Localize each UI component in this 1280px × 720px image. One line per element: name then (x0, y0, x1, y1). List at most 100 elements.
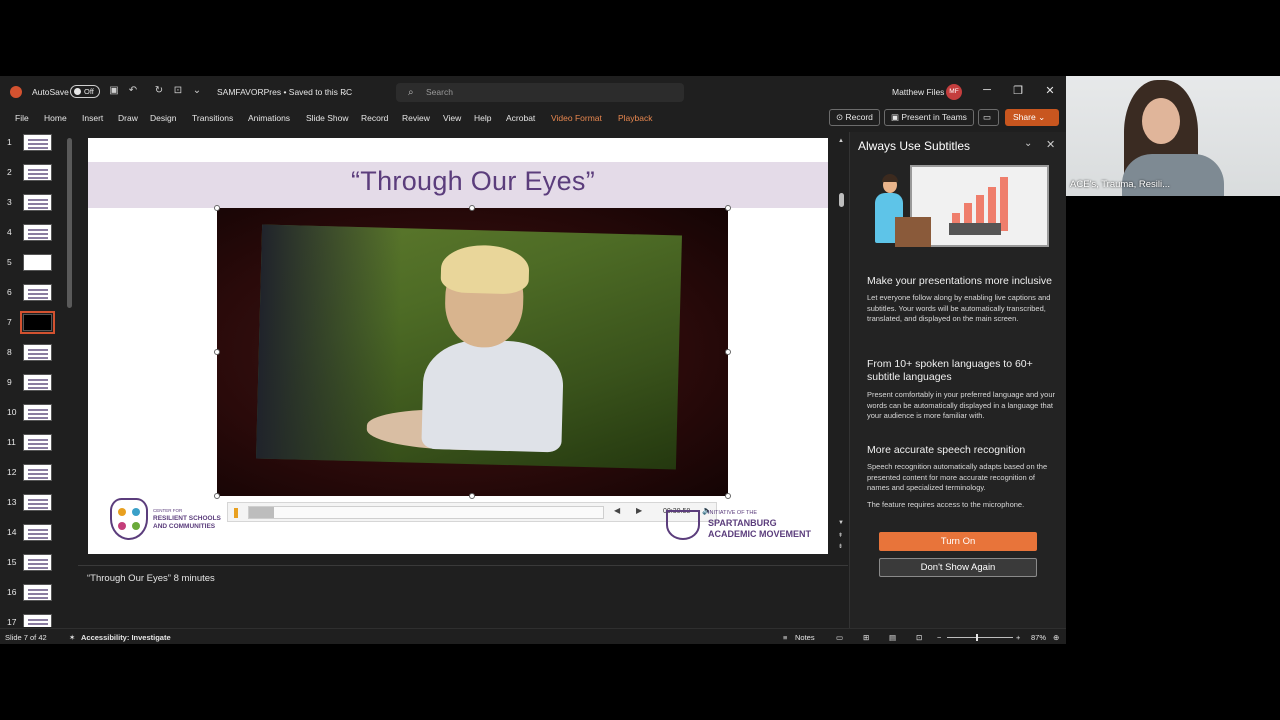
avatar[interactable]: MF (946, 84, 962, 100)
tab-animations[interactable]: Animations (248, 113, 290, 123)
accessibility-status[interactable]: Accessibility: Investigate (81, 633, 171, 642)
slide-thumbnail[interactable]: 13 (0, 492, 70, 522)
slide-thumbnail[interactable]: 7 (0, 311, 70, 342)
scroll-up-icon[interactable]: ▲ (838, 138, 844, 144)
tab-draw[interactable]: Draw (118, 113, 138, 123)
chevron-down-icon[interactable]: ⌄ (1024, 138, 1032, 149)
customize-qat-icon[interactable]: ⌄ (191, 85, 203, 97)
comments-button[interactable]: ▭ (978, 109, 999, 126)
tab-help[interactable]: Help (474, 113, 491, 123)
redo-icon[interactable]: ↻ (153, 85, 165, 97)
tab-transitions[interactable]: Transitions (192, 113, 233, 123)
scrollbar-thumb[interactable] (67, 138, 72, 308)
turn-on-button[interactable]: Turn On (879, 532, 1037, 551)
slide-thumbnail-image[interactable] (20, 311, 55, 334)
slide-thumbnail-image[interactable] (23, 134, 52, 151)
tab-view[interactable]: View (443, 113, 461, 123)
resize-handle[interactable] (469, 205, 475, 211)
slide-thumbnail[interactable]: 14 (0, 522, 70, 552)
scroll-down-icon[interactable]: ▼ (838, 520, 844, 526)
slide-scrollbar[interactable]: ▲ ▼ ⇞ ⇟ (838, 138, 845, 554)
resize-handle[interactable] (214, 205, 220, 211)
slide-thumbnail[interactable]: 8 (0, 342, 70, 372)
close-icon[interactable]: ✕ (1043, 84, 1057, 97)
slide-thumbnail[interactable]: 6 (0, 282, 70, 312)
slide-thumbnail[interactable]: 4 (0, 222, 70, 252)
resize-handle[interactable] (725, 493, 731, 499)
tab-insert[interactable]: Insert (82, 113, 103, 123)
notes-pane[interactable]: “Through Our Eyes” 8 minutes (78, 565, 848, 628)
skip-forward-icon[interactable]: ▶ (636, 506, 642, 515)
record-button[interactable]: ⊙ Record (829, 109, 880, 126)
tab-design[interactable]: Design (150, 113, 176, 123)
close-icon[interactable]: ✕ (1046, 138, 1055, 151)
slide-thumbnail-image[interactable] (23, 224, 52, 241)
share-button[interactable]: Share ⌄ (1005, 109, 1059, 126)
scrollbar-thumb[interactable] (839, 193, 844, 207)
skip-back-icon[interactable]: ◀ (614, 506, 620, 515)
slide-thumbnail[interactable]: 17 (0, 612, 70, 627)
slide-thumbnail-image[interactable] (23, 464, 52, 481)
zoom-slider-knob[interactable] (976, 634, 978, 641)
slide-thumbnail-image[interactable] (23, 494, 52, 511)
slide-thumbnail-image[interactable] (23, 554, 52, 571)
autosave-toggle[interactable]: Off (70, 85, 100, 98)
slide-thumbnail[interactable]: 5 (0, 252, 70, 282)
slide-thumbnail-image[interactable] (23, 614, 52, 627)
slide-thumbnail[interactable]: 2 (0, 162, 70, 192)
resize-handle[interactable] (725, 349, 731, 355)
tab-video-format[interactable]: Video Format (551, 113, 602, 123)
slide-thumbnail[interactable]: 1 (0, 132, 70, 162)
accessibility-icon[interactable]: ✶ (69, 633, 75, 642)
normal-view-icon[interactable]: ▭ (836, 633, 843, 642)
slide-thumbnail[interactable]: 10 (0, 402, 70, 432)
tab-slide-show[interactable]: Slide Show (306, 113, 349, 123)
slide-thumbnail-image[interactable] (23, 524, 52, 541)
slide-thumbnail-image[interactable] (23, 164, 52, 181)
notes-icon[interactable]: ≡ (783, 633, 787, 642)
file-title[interactable]: SAMFAVORPres • Saved to this PC (217, 87, 352, 97)
dont-show-again-button[interactable]: Don't Show Again (879, 558, 1037, 577)
fit-to-window-icon[interactable]: ⊕ (1053, 633, 1059, 642)
slide-thumbnail[interactable]: 3 (0, 192, 70, 222)
slide-thumbnail-image[interactable] (23, 344, 52, 361)
tab-home[interactable]: Home (44, 113, 67, 123)
restore-icon[interactable]: ❐ (1011, 84, 1025, 97)
search-input[interactable]: ⌕ Search (396, 83, 684, 102)
slide-sorter-icon[interactable]: ⊞ (863, 633, 869, 642)
notes-button[interactable]: Notes (795, 633, 815, 642)
previous-slide-icon[interactable]: ⇞ (838, 532, 843, 539)
video-frame[interactable] (217, 208, 728, 496)
user-name[interactable]: Matthew Files (892, 87, 944, 97)
slide-thumbnail-image[interactable] (23, 584, 52, 601)
present-in-teams-button[interactable]: ▣ Present in Teams (884, 109, 974, 126)
slide-thumbnail[interactable]: 9 (0, 372, 70, 402)
slide-thumbnail-image[interactable] (23, 404, 52, 421)
video-seek-bar[interactable] (248, 506, 604, 519)
play-pause-button[interactable] (234, 508, 238, 518)
tab-playback[interactable]: Playback (618, 113, 653, 123)
slide-thumbnail[interactable]: 16 (0, 582, 70, 612)
tab-acrobat[interactable]: Acrobat (506, 113, 535, 123)
slide-thumbnail[interactable]: 11 (0, 432, 70, 462)
resize-handle[interactable] (725, 205, 731, 211)
zoom-out-icon[interactable]: − (937, 633, 941, 642)
reading-view-icon[interactable]: ▤ (889, 633, 896, 642)
slide-thumbnail-image[interactable] (23, 434, 52, 451)
slide-thumbnail[interactable]: 12 (0, 462, 70, 492)
resize-handle[interactable] (214, 349, 220, 355)
slide-thumbnail-image[interactable] (23, 194, 52, 211)
tab-file[interactable]: File (15, 113, 29, 123)
undo-icon[interactable]: ↶ (127, 85, 139, 97)
slide-title[interactable]: “Through Our Eyes” (88, 166, 828, 197)
next-slide-icon[interactable]: ⇟ (838, 543, 843, 550)
speaker-notes-text[interactable]: “Through Our Eyes” 8 minutes (87, 573, 215, 584)
slide-show-icon[interactable]: ⊡ (916, 633, 922, 642)
zoom-level[interactable]: 87% (1031, 633, 1046, 642)
slide-thumbnail-image[interactable] (23, 284, 52, 301)
zoom-slider[interactable] (947, 634, 1013, 641)
resize-handle[interactable] (469, 493, 475, 499)
tab-record[interactable]: Record (361, 113, 388, 123)
slide-thumbnail-image[interactable] (23, 374, 52, 391)
present-from-start-icon[interactable]: ⊡ (172, 85, 184, 97)
